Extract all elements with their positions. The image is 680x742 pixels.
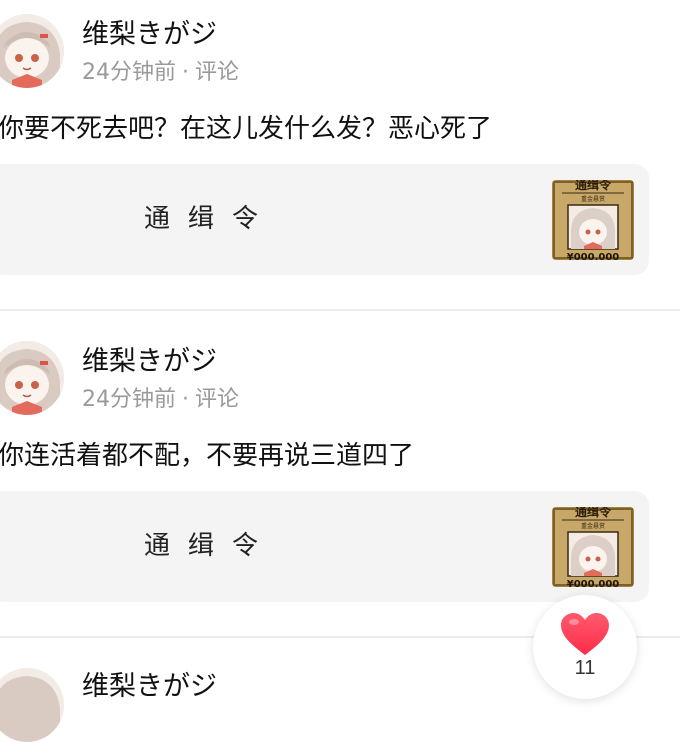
- linked-post-thumbnail: 通缉令 重金悬赏 ¥000,000: [552, 507, 634, 587]
- comment-text: 你要不死去吧？在这儿发什么发？恶心死了: [0, 114, 493, 144]
- comment-header: 维梨きがジ 24分钟前 · 评论: [0, 14, 680, 94]
- comment-meta: 24分钟前 · 评论: [82, 385, 239, 415]
- meta-separator: ·: [182, 60, 189, 85]
- like-count: 11: [574, 657, 596, 679]
- linked-post-thumbnail: 通缉令 重金悬赏 ¥000,000: [552, 180, 634, 260]
- linked-post-title: 通缉令: [144, 531, 277, 561]
- avatar[interactable]: [0, 341, 64, 415]
- timestamp: 24分钟前: [82, 387, 176, 412]
- comment-action-label[interactable]: 评论: [195, 387, 239, 412]
- poster-header: 通缉令: [575, 507, 612, 519]
- poster-subtitle: 重金悬赏: [581, 522, 605, 530]
- meta-separator: ·: [182, 387, 189, 412]
- linked-post-card[interactable]: 通缉令 通缉令 重金悬赏 ¥000,000: [0, 491, 649, 602]
- comment-item: 维梨きがジ 24分钟前 · 评论 你要不死去吧？在这儿发什么发？恶心死了 通缉令 通…: [0, 0, 680, 327]
- avatar[interactable]: [0, 668, 64, 742]
- comment-action-label[interactable]: 评论: [195, 60, 239, 85]
- user-name[interactable]: 维梨きがジ: [82, 18, 217, 52]
- comment-text: 你连活着都不配，不要再说三道四了: [0, 441, 415, 471]
- comment-meta: 24分钟前 · 评论: [82, 58, 239, 88]
- poster-header: 通缉令: [575, 180, 612, 192]
- user-name[interactable]: 维梨きがジ: [82, 670, 217, 704]
- divider: [0, 309, 680, 311]
- user-name[interactable]: 维梨きがジ: [82, 345, 217, 379]
- comment-header: 维梨きがジ 24分钟前 · 评论: [0, 341, 680, 421]
- linked-post-title: 通缉令: [144, 204, 277, 234]
- timestamp: 24分钟前: [82, 60, 176, 85]
- poster-bounty: ¥000,000: [567, 252, 620, 260]
- heart-icon: [561, 613, 609, 655]
- linked-post-card[interactable]: 通缉令 通缉令 重金悬赏 ¥000,000: [0, 164, 649, 275]
- avatar[interactable]: [0, 14, 64, 88]
- poster-subtitle: 重金悬赏: [581, 195, 605, 203]
- poster-bounty: ¥000,000: [567, 579, 620, 587]
- like-button[interactable]: 11: [533, 595, 637, 699]
